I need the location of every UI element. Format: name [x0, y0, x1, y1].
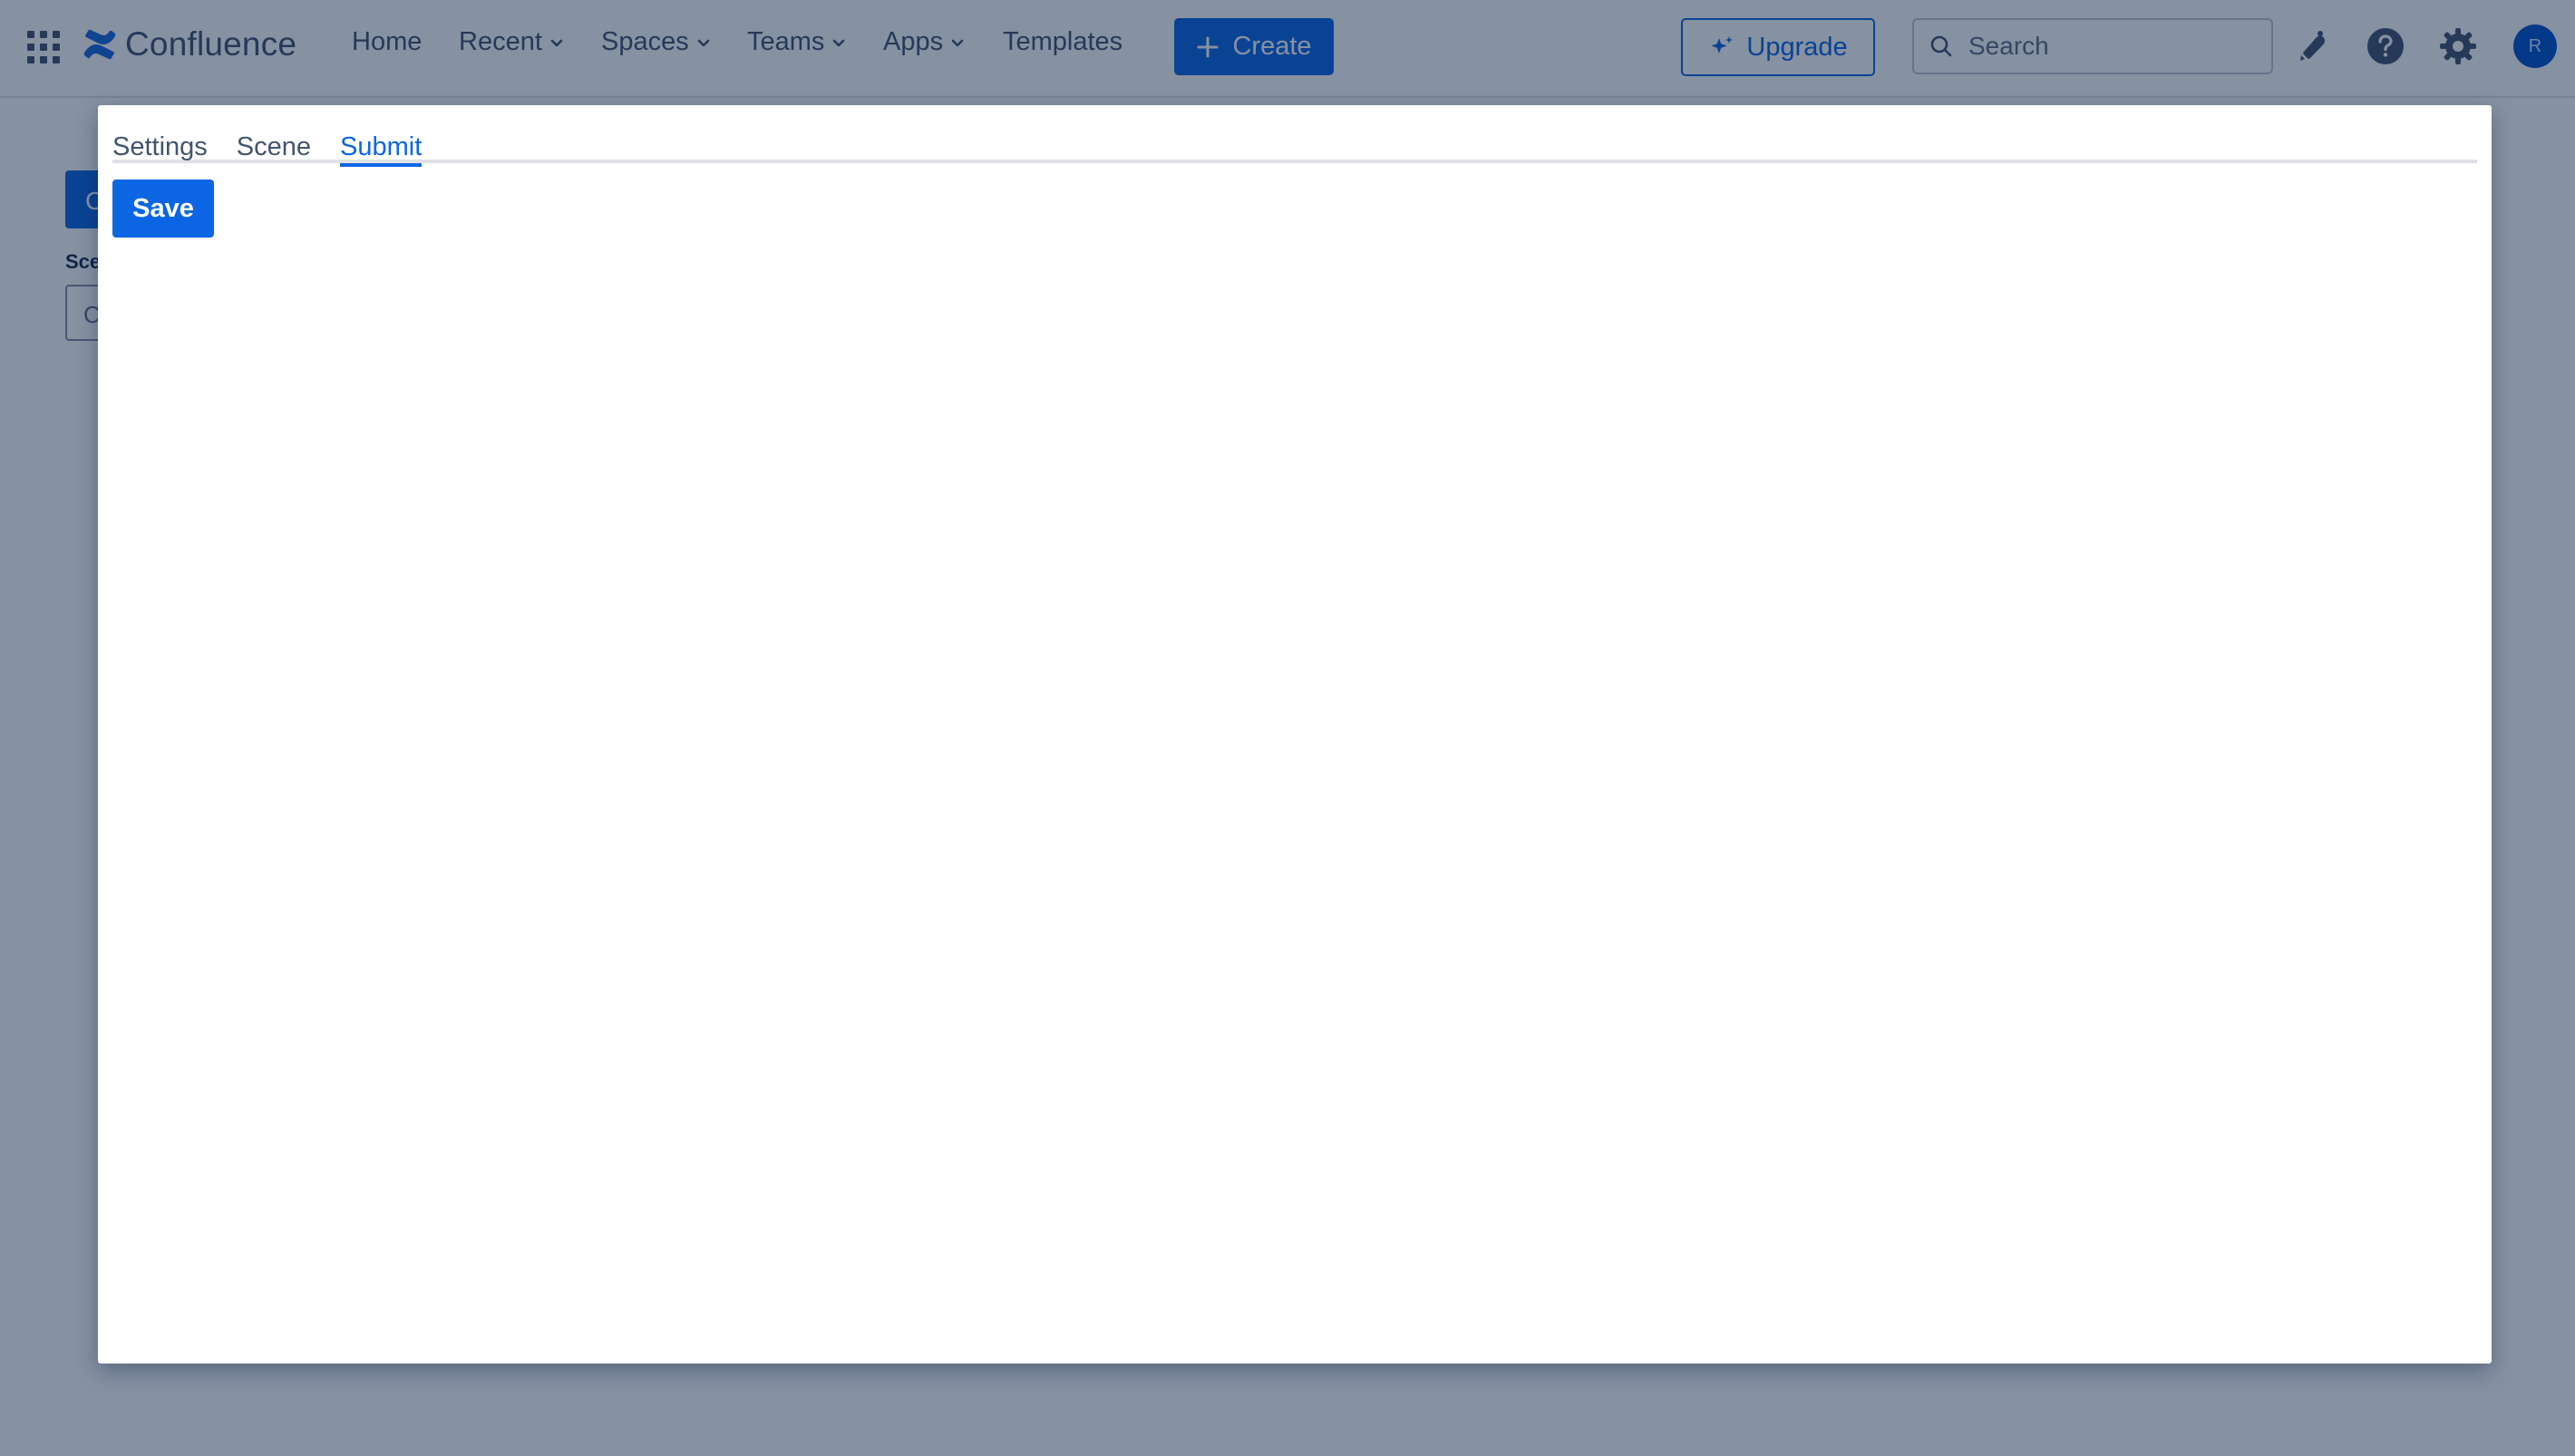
tab-scene[interactable]: Scene: [237, 118, 311, 163]
tab-settings[interactable]: Settings: [112, 118, 208, 163]
tab-scene-label: Scene: [236, 132, 312, 161]
tab-settings-label: Settings: [112, 132, 208, 161]
editor-modal: Settings Scene Submit Save: [98, 105, 2492, 1364]
modal-tab-bar: Settings Scene Submit: [112, 118, 2477, 167]
save-button[interactable]: Save: [112, 180, 214, 238]
tab-submit-label: Submit: [340, 132, 423, 161]
tab-submit[interactable]: Submit: [340, 118, 423, 167]
